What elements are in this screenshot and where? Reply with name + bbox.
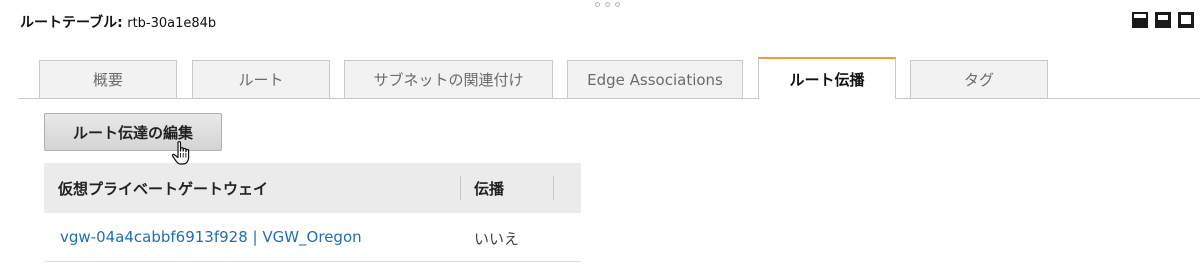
column-header-propagation[interactable]: 伝播 xyxy=(474,178,504,199)
column-divider xyxy=(553,176,554,200)
column-header-gateway[interactable]: 仮想プライベートゲートウェイ xyxy=(58,178,268,199)
layout-bottom-icon[interactable] xyxy=(1132,12,1148,28)
propagation-value: いいえ xyxy=(474,230,520,248)
page-title-label: ルートテーブル: xyxy=(20,15,123,31)
layout-full-icon[interactable] xyxy=(1178,12,1194,28)
tab-tags[interactable]: タグ xyxy=(910,60,1048,98)
column-divider xyxy=(460,176,461,200)
route-table-id: rtb-30a1e84b xyxy=(127,16,217,31)
edit-route-propagation-button[interactable]: ルート伝達の編集 xyxy=(44,113,222,151)
hand-pointer-cursor-icon xyxy=(171,141,190,165)
tab-edge-associations[interactable]: Edge Associations xyxy=(567,60,743,98)
gateway-link[interactable]: vgw-04a4cabbf6913f928 | VGW_Oregon xyxy=(60,228,362,246)
tab-route-propagation[interactable]: ルート伝播 xyxy=(758,57,896,99)
tab-summary[interactable]: 概要 xyxy=(39,60,177,98)
tab-divider xyxy=(18,98,1200,99)
vgw-table: 仮想プライベートゲートウェイ 伝播 vgw-04a4cabbf6913f928 … xyxy=(44,163,581,262)
page-title: ルートテーブル: rtb-30a1e84b xyxy=(20,12,216,32)
table-row: vgw-04a4cabbf6913f928 | VGW_Oregon いいえ xyxy=(44,213,581,262)
layout-controls xyxy=(1132,12,1194,28)
layout-split-icon[interactable] xyxy=(1155,12,1171,28)
tab-routes[interactable]: ルート xyxy=(192,60,330,98)
tab-subnet-associations[interactable]: サブネットの関連付け xyxy=(344,60,553,98)
drag-handle-icon[interactable] xyxy=(595,2,620,7)
table-header: 仮想プライベートゲートウェイ 伝播 xyxy=(44,163,581,213)
tab-bar: 概要 ルート サブネットの関連付け Edge Associations ルート伝… xyxy=(0,57,1200,100)
